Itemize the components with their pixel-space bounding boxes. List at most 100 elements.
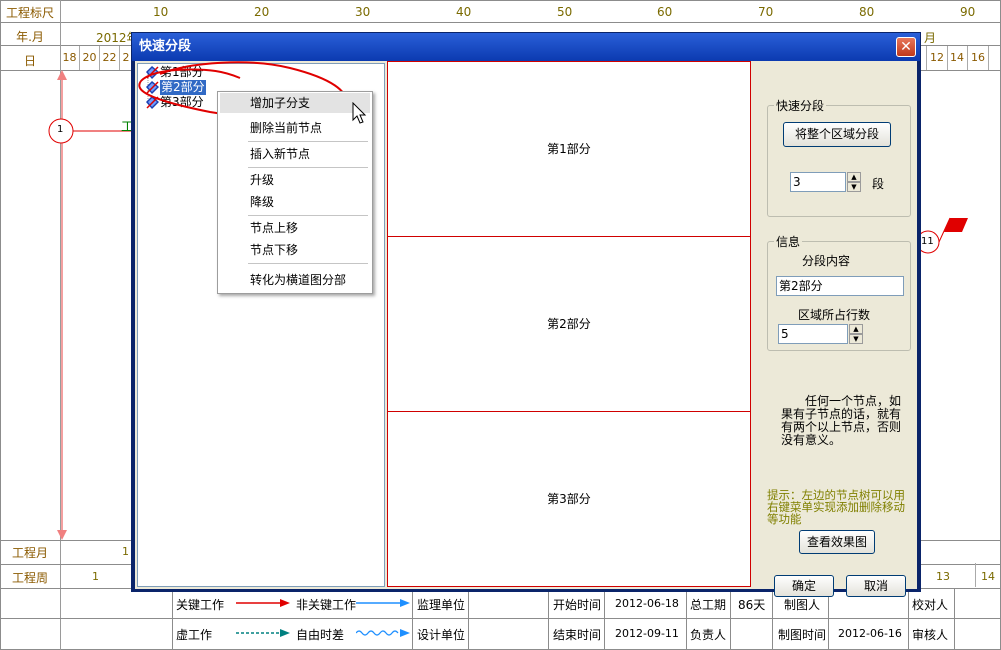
menu-item-promote[interactable]: 升级	[220, 170, 370, 190]
legend-virtual-work: 虚工作	[176, 628, 213, 642]
proj-week-label: 工程周	[11, 571, 48, 585]
legend-nonkey-arrow	[356, 599, 410, 607]
legend-virtual-arrow	[236, 629, 290, 637]
ruler-tick: 30	[355, 5, 371, 19]
footer-checker-label: 校对人	[912, 598, 949, 612]
footer-owner-label: 负责人	[690, 628, 727, 642]
footer-designer: 设计单位	[417, 628, 466, 642]
preview-section: 第3部分	[547, 492, 591, 506]
footer-mid-line	[0, 618, 1001, 619]
day-cell: 14	[947, 46, 968, 70]
proj-week-value: 13	[936, 570, 950, 583]
node-label-11: 11	[921, 236, 934, 247]
footer-start-value: 2012-06-18	[615, 597, 679, 610]
legend-key-arrow	[236, 599, 290, 607]
ruler-tick: 80	[859, 5, 875, 19]
footer-divider	[954, 588, 955, 650]
dialog-title: 快速分段	[139, 39, 192, 54]
menu-item-delete-node[interactable]: 删除当前节点	[220, 118, 370, 138]
proj-month-label: 工程月	[11, 546, 48, 560]
ruler-tick: 60	[657, 5, 673, 19]
footer-divider	[604, 588, 605, 650]
month-label: 月	[924, 31, 937, 45]
legend-key-work: 关键工作	[176, 598, 225, 612]
footer-draw-time-value: 2012-06-16	[838, 627, 902, 640]
split-area-button[interactable]: 将整个区域分段	[783, 122, 891, 147]
day-cell: 20	[80, 46, 100, 70]
footer-start-label: 开始时间	[553, 598, 602, 612]
info-group: 信息 分段内容 第2部分 区域所占行数 5 ▲ ▼	[767, 233, 911, 351]
segment-count-input[interactable]: 3	[790, 172, 846, 192]
day-cell: 12	[926, 46, 948, 70]
day-cell: 16	[968, 46, 989, 70]
segment-unit-label: 段	[872, 177, 885, 191]
node-label-1: 1	[57, 124, 64, 135]
yearmonth-label: 年.月	[16, 30, 44, 44]
footer-end-value: 2012-09-11	[615, 627, 679, 640]
footer-divider	[730, 588, 731, 650]
ruler-tick: 70	[758, 5, 774, 19]
ruler-tick: 20	[254, 5, 270, 19]
menu-item-move-up[interactable]: 节点上移	[220, 218, 370, 238]
ruler-row	[0, 0, 1001, 23]
footer-total-value: 86天	[738, 598, 766, 612]
close-button[interactable]: ✕	[896, 37, 916, 57]
context-menu: 增加子分支 删除当前节点 插入新节点 升级 降级 节点上移 节点下移 转化为横道…	[217, 91, 373, 294]
day-label: 日	[23, 54, 36, 68]
ok-button[interactable]: 确定	[774, 575, 834, 597]
menu-item-insert-node[interactable]: 插入新节点	[220, 144, 370, 164]
footer-supervisor: 监理单位	[417, 598, 466, 612]
footer-reviewer-label: 审核人	[912, 628, 949, 642]
ruler-label: 工程标尺	[5, 6, 54, 20]
mouse-cursor-icon	[352, 102, 367, 124]
spin-down-icon[interactable]: ▼	[849, 334, 863, 344]
content-input[interactable]: 第2部分	[776, 276, 904, 296]
ruler-tick: 10	[153, 5, 169, 19]
day-cell: 22	[100, 46, 120, 70]
legend-nonkey-work: 非关键工作	[296, 598, 357, 612]
footer-end-label: 结束时间	[553, 628, 602, 642]
menu-item-convert-gantt[interactable]: 转化为横道图分部	[220, 270, 370, 290]
proj-month-value: 1	[122, 545, 129, 558]
menu-item-add-child[interactable]: 增加子分支	[220, 93, 370, 113]
menu-item-move-down[interactable]: 节点下移	[220, 240, 370, 260]
cancel-button[interactable]: 取消	[846, 575, 906, 597]
footer-draw-time-label: 制图时间	[778, 628, 827, 642]
info-note: 任何一个节点，如果有子节点的话，就有有两个以上节点，否则没有意义。	[781, 394, 902, 447]
preview-section: 第1部分	[388, 62, 750, 237]
spin-up-icon[interactable]: ▲	[849, 324, 863, 334]
close-icon: ✕	[900, 39, 912, 55]
footer-total-label: 总工期	[690, 598, 727, 612]
preview-section: 第2部分	[388, 237, 750, 412]
proj-week-value: 1	[92, 570, 99, 583]
footer-divider	[548, 588, 549, 650]
dialog-titlebar[interactable]: 快速分段 ✕	[132, 33, 920, 61]
quick-split-group: 快速分段 将整个区域分段 3 ▲ ▼ 段	[767, 97, 911, 217]
day-cells-right: 12 14 16	[926, 46, 999, 70]
footer-divider	[468, 588, 469, 650]
view-effect-button[interactable]: 查看效果图	[799, 530, 875, 554]
menu-separator	[248, 215, 368, 216]
menu-separator	[248, 141, 368, 142]
footer-drawer-label: 制图人	[784, 598, 821, 612]
hint-text: 提示：左边的节点树可以用右键菜单实现添加删除移动等功能	[767, 488, 905, 526]
section-preview: 第1部分 第2部分 第3部分	[387, 61, 751, 587]
rows-input[interactable]: 5	[778, 324, 848, 344]
legend-free-float: 自由时差	[296, 628, 345, 642]
day-cells-left: 18 20 22 2	[60, 46, 132, 70]
footer-divider	[828, 588, 829, 650]
quick-split-group-title: 快速分段	[774, 97, 827, 114]
spin-up-icon[interactable]: ▲	[847, 172, 861, 182]
rows-label: 区域所占行数	[798, 308, 871, 322]
footer-divider	[412, 588, 413, 650]
content-label: 分段内容	[802, 254, 851, 268]
footer-divider	[908, 588, 909, 650]
day-cell: 18	[60, 46, 80, 70]
spin-down-icon[interactable]: ▼	[847, 182, 861, 192]
menu-item-demote[interactable]: 降级	[220, 192, 370, 212]
proj-week-value: 14	[981, 570, 995, 583]
footer-divider	[172, 588, 173, 650]
footer-divider	[772, 588, 773, 650]
ruler-tick: 90	[960, 5, 976, 19]
info-group-title: 信息	[774, 233, 803, 250]
